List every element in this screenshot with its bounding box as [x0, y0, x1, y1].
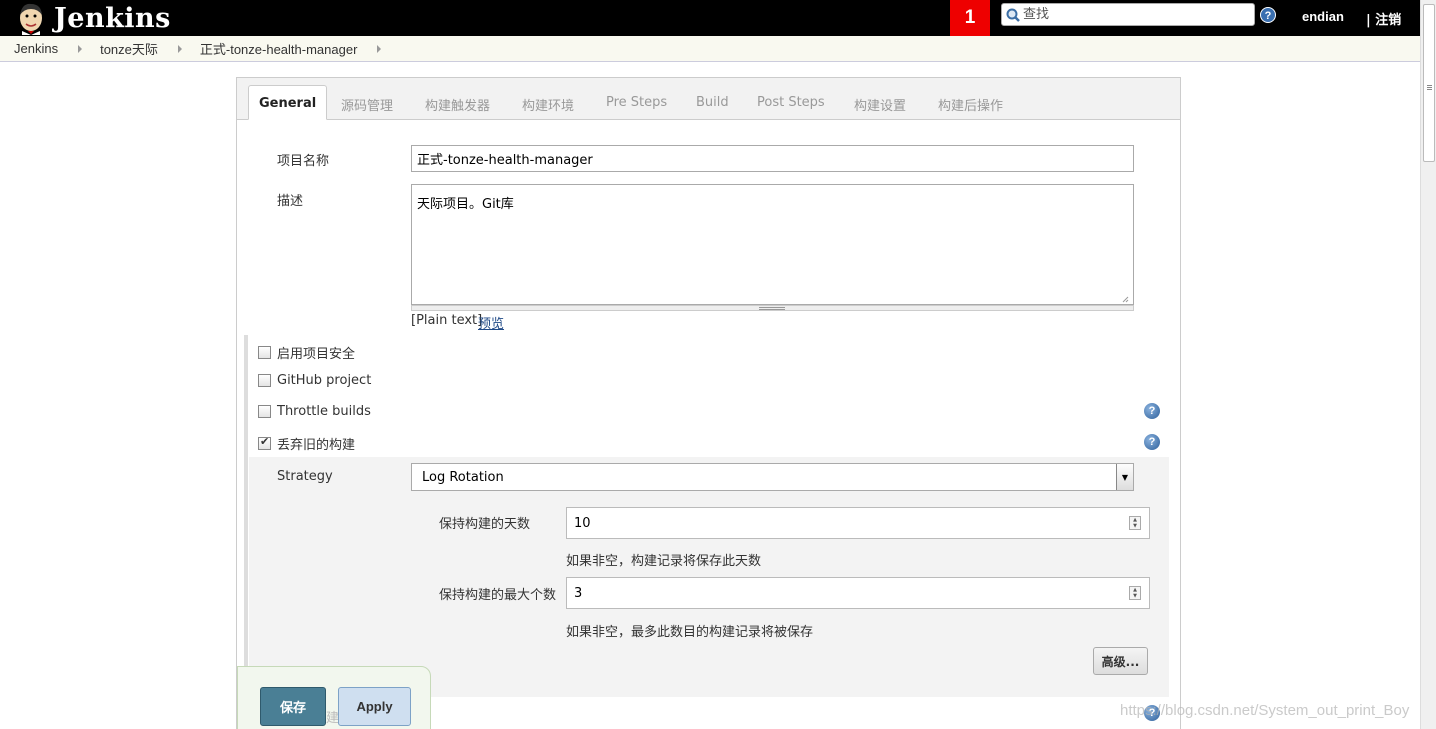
checkbox[interactable] [258, 346, 271, 359]
tab-post-build[interactable]: 构建后操作 [938, 95, 1003, 114]
logout-link[interactable]: | 注销 [1366, 9, 1401, 28]
number-spinner[interactable]: ▲ ▼ [1129, 586, 1141, 600]
checkbox-checked[interactable] [258, 435, 271, 450]
resize-grip-icon[interactable] [1121, 295, 1129, 303]
breadcrumb-arrow-icon[interactable] [78, 44, 83, 53]
strategy-select[interactable]: Log Rotation ▼ [411, 463, 1134, 491]
svg-text:?: ? [1265, 10, 1272, 22]
description-label: 描述 [277, 194, 304, 209]
spinner-down-icon[interactable]: ▼ [1130, 523, 1140, 529]
days-to-keep-input[interactable]: 10 ▲ ▼ [566, 507, 1150, 539]
advanced-button[interactable]: 高级... [1093, 647, 1148, 675]
max-builds-label: 保持构建的最大个数 [439, 588, 557, 603]
config-tabbar: General 源码管理 构建触发器 构建环境 Pre Steps Build … [237, 78, 1180, 120]
apply-button[interactable]: Apply [338, 687, 411, 726]
checkbox[interactable] [258, 374, 271, 387]
textarea-resize-bar[interactable] [411, 305, 1134, 311]
number-spinner[interactable]: ▲ ▼ [1129, 516, 1141, 530]
vertical-scrollbar[interactable] [1420, 0, 1436, 729]
watermark: https://blog.csdn.net/System_out_print_B… [1120, 702, 1410, 719]
option-throttle-builds[interactable]: Throttle builds [258, 404, 371, 419]
user-link[interactable]: endian [1302, 9, 1344, 24]
project-name-label: 项目名称 [277, 154, 330, 169]
logo-text: Jenkins [54, 2, 171, 34]
search-box[interactable] [1001, 3, 1255, 26]
breadcrumb-jenkins[interactable]: Jenkins [14, 41, 58, 56]
tab-build[interactable]: Build [696, 95, 729, 110]
strategy-selected-value: Log Rotation [422, 469, 504, 485]
jenkins-butler-icon [20, 3, 42, 35]
max-builds-hint: 如果非空，最多此数目的构建记录将被保存 [566, 625, 814, 640]
save-button[interactable]: 保存 [260, 687, 326, 726]
tab-triggers[interactable]: 构建触发器 [425, 95, 490, 114]
help-icon[interactable]: ? [1144, 403, 1160, 419]
description-textarea[interactable]: 天际项目。Git库 [411, 184, 1134, 305]
days-to-keep-label: 保持构建的天数 [439, 517, 531, 532]
project-name-input[interactable]: 正式-tonze-health-manager [411, 145, 1134, 172]
search-icon [1006, 8, 1020, 22]
option-project-security[interactable]: 启用项目安全 [258, 343, 355, 362]
breadcrumb: Jenkins tonze天际 正式-tonze-health-manager [0, 36, 1420, 62]
top-header: Jenkins 1 ? endian | 注销 [0, 0, 1420, 36]
breadcrumb-folder[interactable]: tonze天际 [100, 39, 158, 58]
checkbox[interactable] [258, 405, 271, 418]
tab-post-steps[interactable]: Post Steps [757, 95, 825, 110]
tab-general[interactable]: General [248, 85, 328, 120]
max-builds-input[interactable]: 3 ▲ ▼ [566, 577, 1150, 609]
spinner-down-icon[interactable]: ▼ [1130, 593, 1140, 599]
strategy-label: Strategy [277, 469, 333, 484]
search-input[interactable] [1023, 7, 1243, 22]
option-github-project[interactable]: GitHub project [258, 373, 371, 388]
help-icon[interactable]: ? [1144, 434, 1160, 450]
tab-build-env[interactable]: 构建环境 [522, 95, 574, 114]
breadcrumb-arrow-icon[interactable] [177, 44, 182, 53]
breadcrumb-project[interactable]: 正式-tonze-health-manager [200, 39, 358, 58]
scrollbar-thumb[interactable] [1423, 4, 1435, 162]
scrollbar-grip-icon [1427, 85, 1432, 86]
preview-link[interactable]: 预览 [478, 313, 504, 332]
tab-pre-steps[interactable]: Pre Steps [606, 95, 667, 110]
breadcrumb-arrow-icon[interactable] [377, 44, 382, 53]
tab-scm[interactable]: 源码管理 [341, 95, 393, 114]
chevron-down-icon[interactable]: ▼ [1116, 464, 1133, 490]
tab-build-settings[interactable]: 构建设置 [854, 95, 906, 114]
days-to-keep-hint: 如果非空，构建记录将保存此天数 [566, 554, 762, 569]
notification-badge[interactable]: 1 [950, 0, 990, 36]
jenkins-logo[interactable]: Jenkins [14, 0, 171, 36]
option-discard-old-builds[interactable]: 丢弃旧的构建 [258, 434, 355, 453]
format-label: [Plain text] [411, 313, 483, 328]
help-icon[interactable]: ? [1260, 7, 1276, 23]
